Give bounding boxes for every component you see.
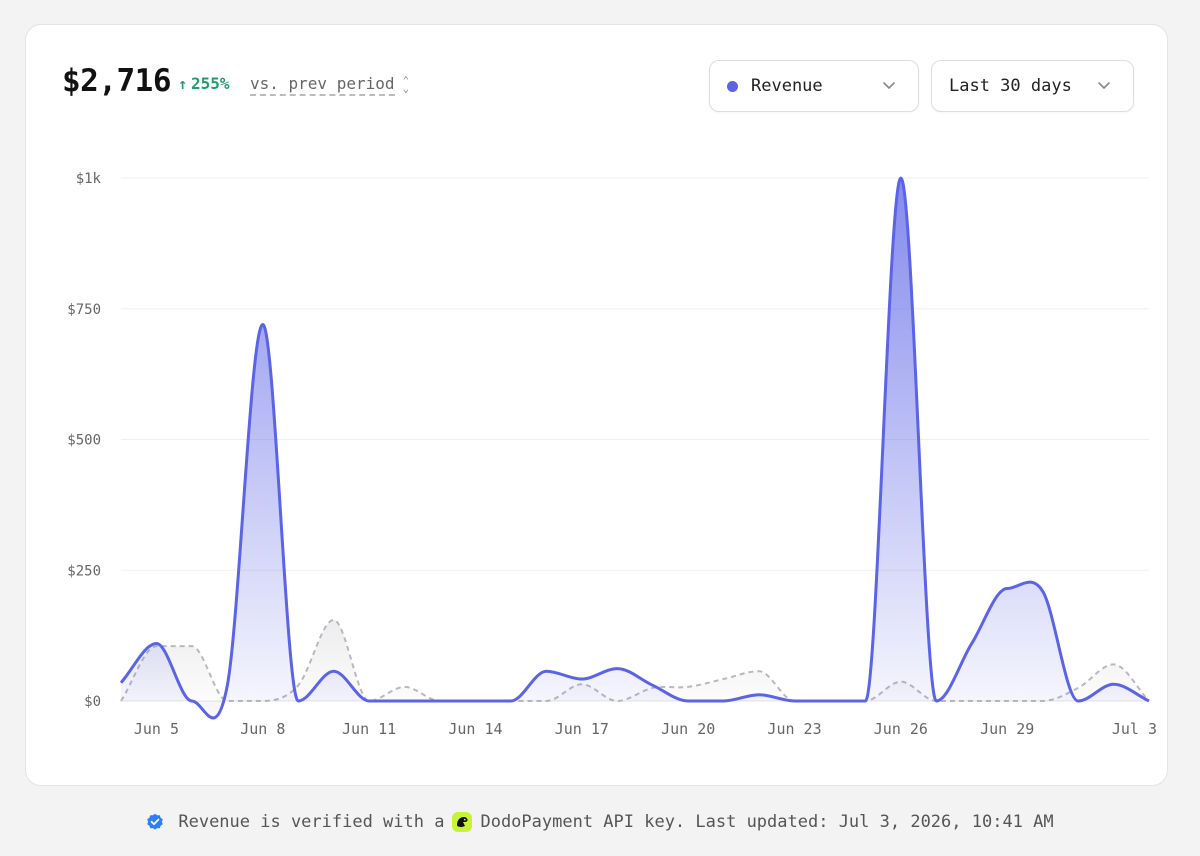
revenue-chart: $0 $250 $500 $750 $1k Jun 5 Jun 8 Jun 11 Jun 14 J… [67, 171, 1157, 738]
x-tick-label: Jun 11 [342, 720, 396, 738]
x-tick-label: Jun 23 [767, 720, 821, 738]
x-tick-label: Jun 26 [874, 720, 928, 738]
x-tick-label: Jun 14 [448, 720, 502, 738]
y-tick-label: $500 [67, 433, 101, 449]
x-tick-label: Jul 3 [1112, 720, 1157, 738]
y-tick-label: $0 [84, 694, 101, 710]
revenue-card: $2,716 ↑ 255% vs. prev period ⌃ ⌄ Revenue… [25, 24, 1168, 786]
x-tick-label: Jun 29 [980, 720, 1034, 738]
dodopayment-logo-icon [452, 812, 473, 832]
x-tick-label: Jun 8 [240, 720, 285, 738]
y-tick-label: $250 [67, 563, 101, 579]
y-tick-label: $750 [67, 302, 101, 318]
x-tick-label: Jun 5 [134, 720, 179, 738]
y-tick-label: $1k [76, 171, 102, 187]
footer-text-before: Revenue is verified with a [178, 812, 445, 832]
x-tick-label: Jun 20 [661, 720, 715, 738]
verified-badge-icon [147, 813, 164, 830]
verification-footer: Revenue is verified with a DodoPayment A… [0, 812, 1200, 832]
footer-text-after: DodoPayment API key. Last updated: Jul 3… [480, 812, 1054, 832]
x-tick-label: Jun 17 [555, 720, 609, 738]
